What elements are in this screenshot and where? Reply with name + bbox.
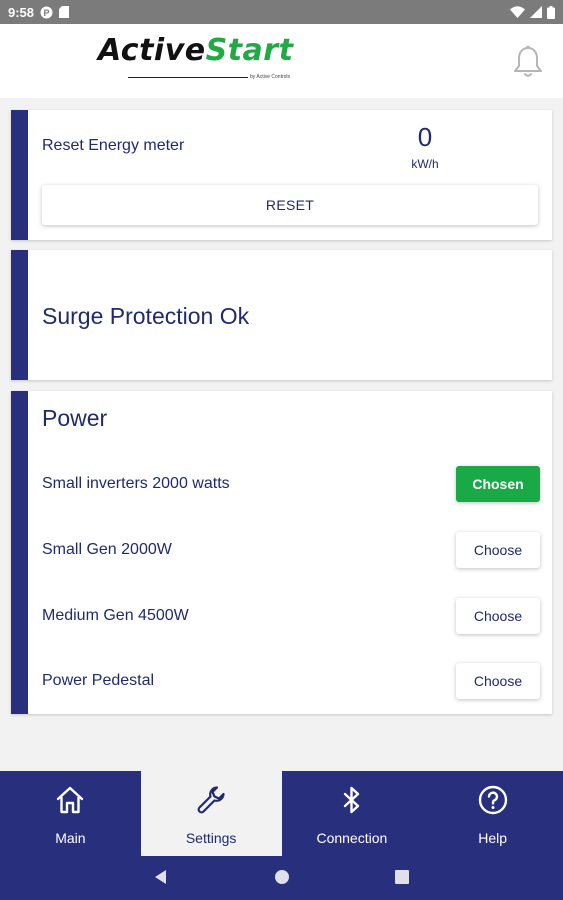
bottom-navigation: Main Settings Connection Help xyxy=(0,771,563,856)
reset-button[interactable]: RESET xyxy=(42,185,538,225)
home-icon xyxy=(54,784,86,816)
energy-meter-unit: kW/h xyxy=(411,157,439,171)
energy-meter-value: 0 xyxy=(417,122,433,152)
wifi-icon xyxy=(510,6,525,18)
chosen-button[interactable]: Chosen xyxy=(456,466,540,502)
nav-item-main[interactable]: Main xyxy=(0,771,141,856)
app-logo: ActiveStart by Active Controls xyxy=(98,34,308,94)
nav-item-connection[interactable]: Connection xyxy=(282,771,423,856)
svg-text:P: P xyxy=(44,8,50,18)
power-option-power-pedestal: Power Pedestal Choose xyxy=(42,663,540,699)
back-icon[interactable] xyxy=(152,868,170,891)
power-option-label: Power Pedestal xyxy=(42,672,155,689)
system-navigation-bar xyxy=(0,856,563,900)
sd-card-icon xyxy=(59,6,70,18)
nav-item-help[interactable]: Help xyxy=(422,771,563,856)
energy-meter-card: Reset Energy meter 0 kW/h RESET xyxy=(11,110,552,240)
logo-text-start: Start xyxy=(205,33,294,68)
power-option-medium-gen: Medium Gen 4500W Choose xyxy=(42,598,540,634)
nav-label-settings: Settings xyxy=(185,830,237,846)
card-accent-bar xyxy=(11,250,28,380)
logo-tagline: by Active Controls xyxy=(250,74,291,80)
app-header: ActiveStart by Active Controls xyxy=(0,24,563,98)
choose-button[interactable]: Choose xyxy=(456,532,540,568)
bluetooth-icon xyxy=(336,784,368,816)
power-option-small-inverters: Small inverters 2000 watts Chosen xyxy=(42,466,540,502)
signal-icon xyxy=(530,6,542,18)
nav-label-help: Help xyxy=(478,830,508,846)
power-option-small-gen: Small Gen 2000W Choose xyxy=(42,532,540,568)
choose-button[interactable]: Choose xyxy=(456,663,540,699)
choose-button[interactable]: Choose xyxy=(456,598,540,634)
home-circle-icon[interactable] xyxy=(273,868,291,891)
surge-protection-status: Surge Protection Ok xyxy=(42,303,250,329)
nav-label-connection: Connection xyxy=(316,830,388,846)
power-option-label: Small inverters 2000 watts xyxy=(42,475,230,492)
recents-icon[interactable] xyxy=(393,868,411,891)
wrench-icon xyxy=(195,784,227,816)
logo-underline xyxy=(128,77,248,78)
energy-meter-label: Reset Energy meter xyxy=(42,137,185,154)
surge-protection-card: Surge Protection Ok xyxy=(11,250,552,380)
power-option-label: Medium Gen 4500W xyxy=(42,607,189,624)
card-accent-bar xyxy=(11,110,28,240)
bell-icon[interactable] xyxy=(512,44,544,80)
nav-item-settings[interactable]: Settings xyxy=(140,771,282,856)
battery-icon xyxy=(547,5,555,19)
status-bar: 9:58 P xyxy=(0,0,563,24)
power-card: Power Small inverters 2000 watts Chosen … xyxy=(11,391,552,714)
power-title: Power xyxy=(42,405,108,431)
status-time: 9:58 xyxy=(8,4,35,20)
help-circle-icon xyxy=(477,784,509,816)
power-option-label: Small Gen 2000W xyxy=(42,541,172,558)
card-accent-bar xyxy=(11,391,28,714)
notification-p-icon: P xyxy=(40,6,53,19)
nav-label-main: Main xyxy=(55,830,86,846)
logo-text-active: Active xyxy=(98,33,206,68)
